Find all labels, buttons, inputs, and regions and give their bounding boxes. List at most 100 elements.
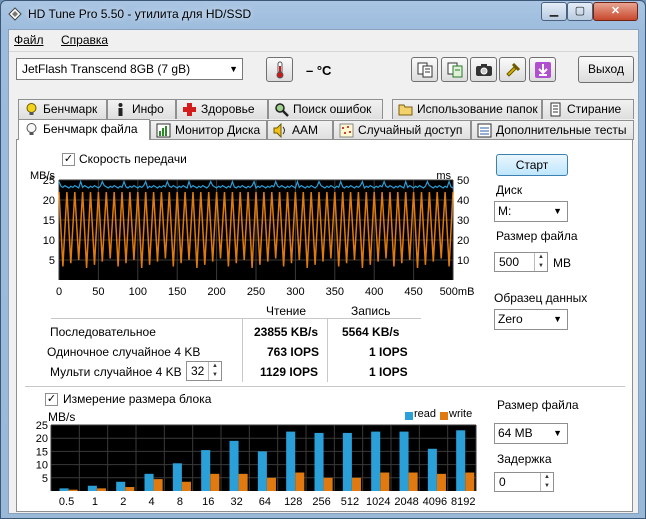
copy-icon: [417, 62, 433, 78]
y-right-tick-label: 50: [457, 175, 469, 187]
file-size-label: Размер файла: [496, 229, 578, 243]
write-bar: [266, 477, 276, 491]
read-bar: [144, 473, 154, 491]
tab-file-benchmark[interactable]: Бенчмарк файла: [18, 119, 150, 140]
file-size-stepper[interactable]: 500 ▲ ▼: [494, 252, 548, 272]
save-button[interactable]: [529, 57, 556, 82]
chevron-down-icon: ▼: [553, 314, 562, 324]
data-pattern-value: Zero: [498, 312, 523, 326]
x-tick-label: 100: [129, 286, 147, 298]
tab-folder-usage[interactable]: Использование папок: [392, 99, 542, 119]
start-button[interactable]: Старт: [496, 154, 568, 176]
tab-disk-monitor[interactable]: Монитор Диска: [150, 120, 267, 140]
queue-depth-stepper[interactable]: 32 ▲ ▼: [186, 361, 222, 381]
x-tick-label: 400: [365, 286, 383, 298]
file-benchmark-panel: ✓ Скорость передачи 25 50 20 40 15 30 10 20 5 10 M…: [16, 139, 633, 512]
data-pattern-select[interactable]: Zero ▼: [494, 309, 568, 330]
block-size-chart: 252015 105 0.5 1 2 4 8 16 32 64 128 256 512 1024 2048 4…: [36, 421, 477, 508]
write-bar: [96, 488, 106, 491]
tab-info[interactable]: Инфо: [107, 99, 176, 119]
block-size-checkbox[interactable]: ✓: [45, 393, 58, 406]
read-bar: [456, 430, 466, 491]
x-tick-label: 200: [207, 286, 225, 298]
disk-select[interactable]: M: ▼: [494, 201, 568, 222]
tab-error-scan[interactable]: Поиск ошибок: [268, 99, 383, 119]
legend-read-label: read: [414, 408, 437, 420]
read-bar: [172, 463, 182, 491]
results-column-divider: [327, 318, 328, 382]
y-tick-label: 5: [49, 255, 55, 267]
x-tick-label: 250: [247, 286, 265, 298]
close-button[interactable]: ✕: [593, 2, 638, 21]
chevron-down-icon: ▼: [229, 64, 238, 74]
copy-all-button[interactable]: [441, 57, 468, 82]
write-bar: [436, 473, 446, 491]
menu-file[interactable]: Файл: [14, 33, 44, 47]
y-axis-unit: MB/s: [30, 170, 56, 182]
x-tick-label: 50: [92, 286, 104, 298]
bar-x-tick-label: 0.5: [59, 496, 74, 508]
drive-select[interactable]: JetFlash Transcend 8GB (7 gB) ▼: [16, 58, 243, 80]
read-bar: [201, 450, 211, 491]
stepper-arrows-icon[interactable]: ▲ ▼: [208, 362, 221, 380]
results-divider: [51, 318, 421, 319]
tab-label: Дополнительные тесты: [496, 123, 627, 137]
thermometer-icon: [276, 61, 284, 79]
block-file-size-select[interactable]: 64 MB ▼: [494, 423, 568, 444]
minimize-button[interactable]: ▁: [541, 2, 567, 21]
read-header: Чтение: [266, 304, 307, 318]
y-right-tick-label: 30: [457, 215, 469, 227]
scatter-icon: [339, 123, 354, 138]
temperature-button[interactable]: [266, 57, 293, 82]
stepper-arrows-icon[interactable]: ▲ ▼: [540, 473, 553, 491]
app-window: HD Tune Pro 5.50 - утилита для HD/SSD ▁ …: [0, 0, 646, 519]
bar-y-tick-label: 25: [36, 421, 48, 432]
write-bar: [238, 473, 248, 491]
tab-random-access[interactable]: Случайный доступ: [333, 120, 471, 140]
x-tick-label: 500mB: [440, 286, 475, 298]
exit-button[interactable]: Выход: [578, 56, 634, 83]
read-bar: [257, 451, 267, 491]
camera-icon: [476, 64, 492, 76]
tab-erase[interactable]: Стирание: [542, 99, 634, 119]
disk-label: Диск: [496, 183, 523, 197]
bar-y-tick-label: 10: [36, 460, 48, 472]
results-column-divider: [242, 318, 243, 382]
bar-x-tick-label: 512: [341, 496, 359, 508]
bar-y-tick-label: 15: [36, 446, 48, 458]
section-divider: [25, 386, 625, 387]
tab-label: Случайный доступ: [358, 123, 463, 137]
stepper-arrows-icon[interactable]: ▲ ▼: [534, 253, 547, 271]
delay-stepper[interactable]: 0 ▲ ▼: [494, 472, 554, 492]
y-right-tick-label: 40: [457, 195, 469, 207]
options-button[interactable]: [499, 57, 526, 82]
disk-select-value: M:: [498, 204, 512, 218]
tab-label: Монитор Диска: [175, 123, 261, 137]
lightbulb-icon: [26, 123, 37, 135]
read-bar: [371, 431, 381, 491]
maximize-button[interactable]: ▢: [567, 2, 593, 21]
single-random-label: Одиночное случайное 4 KB: [47, 345, 201, 359]
legend-write-swatch: [440, 412, 448, 420]
copy-info-button[interactable]: [411, 57, 438, 82]
title-bar[interactable]: HD Tune Pro 5.50 - утилита для HD/SSD ▁ …: [1, 1, 645, 29]
write-bar: [408, 472, 418, 491]
lightbulb-icon: [26, 103, 37, 115]
screenshot-button[interactable]: [470, 57, 497, 82]
drive-select-value: JetFlash Transcend 8GB (7 gB): [22, 62, 191, 76]
write-header: Запись: [351, 304, 391, 318]
y-tick-label: 20: [43, 195, 55, 207]
tab-benchmark[interactable]: Бенчмарк: [18, 99, 107, 119]
read-bar: [229, 440, 239, 491]
transfer-rate-checkbox[interactable]: ✓: [62, 153, 75, 166]
write-bar: [323, 477, 333, 491]
x-tick-label: 350: [326, 286, 344, 298]
tab-aam[interactable]: AAM: [267, 120, 333, 140]
menu-help[interactable]: Справка: [61, 33, 108, 47]
multi-random-label: Мульти случайное 4 KB: [50, 365, 182, 379]
tab-label: Бенчмарк: [43, 102, 98, 116]
file-size-value: 500: [499, 255, 520, 269]
multi-random-write: 1 IOPS: [369, 365, 408, 379]
tab-extra-tests[interactable]: Дополнительные тесты: [471, 120, 634, 140]
tab-health[interactable]: Здоровье: [176, 99, 268, 119]
